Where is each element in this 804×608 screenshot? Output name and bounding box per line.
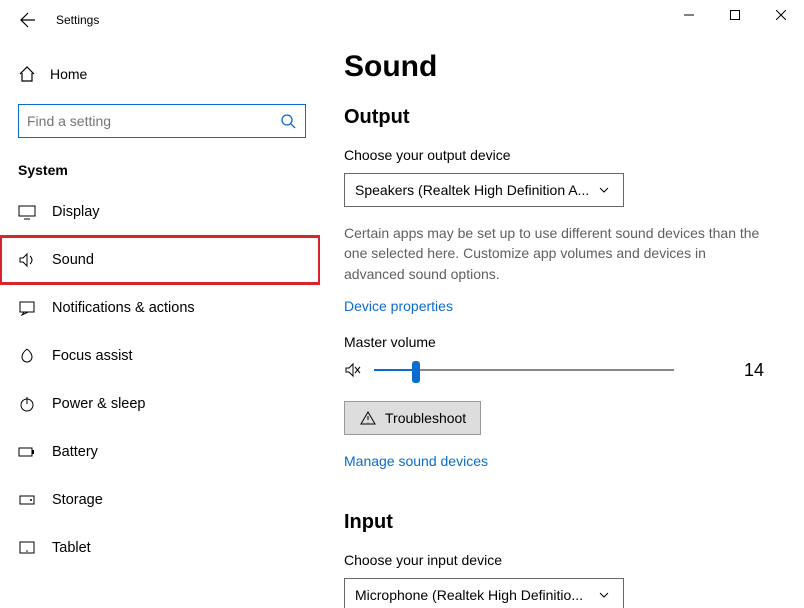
sidebar-section-title: System [0,138,320,188]
sidebar-item-label: Storage [52,492,103,508]
sidebar-item-label: Display [52,204,100,220]
chevron-down-icon [595,586,613,604]
sidebar-item-label: Sound [52,252,94,268]
search-box[interactable] [18,104,306,138]
home-icon [18,65,36,83]
sound-icon [18,251,36,269]
sidebar-item-storage[interactable]: Storage [0,476,320,524]
display-icon [18,203,36,221]
input-heading: Input [344,511,774,534]
tablet-icon [18,539,36,557]
slider-thumb[interactable] [412,361,420,383]
close-icon [776,10,786,20]
master-volume-slider[interactable] [374,369,674,371]
input-device-dropdown[interactable]: Microphone (Realtek High Definitio... [344,578,624,608]
master-volume-label: Master volume [344,334,774,350]
maximize-icon [730,10,740,20]
volume-mute-icon[interactable] [344,361,362,379]
search-input[interactable] [27,113,279,129]
notifications-icon [18,299,36,317]
output-help-text: Certain apps may be set up to use differ… [344,223,764,284]
close-button[interactable] [758,0,804,30]
troubleshoot-label: Troubleshoot [385,410,466,426]
back-button[interactable] [12,4,44,36]
sidebar: Home System Display Sound Notifications … [0,40,320,608]
sidebar-item-focus-assist[interactable]: Focus assist [0,332,320,380]
battery-icon [18,443,36,461]
power-icon [18,395,36,413]
sidebar-item-power-sleep[interactable]: Power & sleep [0,380,320,428]
sidebar-item-battery[interactable]: Battery [0,428,320,476]
maximize-button[interactable] [712,0,758,30]
sidebar-item-tablet[interactable]: Tablet [0,524,320,572]
focus-icon [18,347,36,365]
sidebar-item-sound[interactable]: Sound [0,236,320,284]
warning-icon [359,409,377,427]
troubleshoot-button[interactable]: Troubleshoot [344,401,481,435]
slider-fill [374,369,416,371]
chevron-down-icon [595,181,613,199]
device-properties-link[interactable]: Device properties [344,298,453,314]
home-button[interactable]: Home [0,54,320,94]
output-device-dropdown[interactable]: Speakers (Realtek High Definition A... [344,173,624,207]
sidebar-item-label: Notifications & actions [52,300,195,316]
sidebar-item-label: Focus assist [52,348,133,364]
input-device-selected: Microphone (Realtek High Definitio... [355,587,595,603]
manage-sound-devices-link[interactable]: Manage sound devices [344,453,488,469]
home-label: Home [50,66,87,82]
sidebar-item-label: Power & sleep [52,396,146,412]
storage-icon [18,491,36,509]
sidebar-item-notifications[interactable]: Notifications & actions [0,284,320,332]
minimize-button[interactable] [666,0,712,30]
sidebar-item-display[interactable]: Display [0,188,320,236]
output-heading: Output [344,106,774,129]
back-arrow-icon [20,12,36,28]
output-device-selected: Speakers (Realtek High Definition A... [355,182,595,198]
window-title: Settings [56,13,99,27]
sidebar-item-label: Battery [52,444,98,460]
sidebar-item-label: Tablet [52,540,91,556]
volume-value: 14 [744,360,774,381]
search-icon [279,112,297,130]
input-device-label: Choose your input device [344,552,774,568]
content-panel: Sound Output Choose your output device S… [320,40,804,608]
minimize-icon [684,10,694,20]
page-title: Sound [344,50,774,84]
output-device-label: Choose your output device [344,147,774,163]
